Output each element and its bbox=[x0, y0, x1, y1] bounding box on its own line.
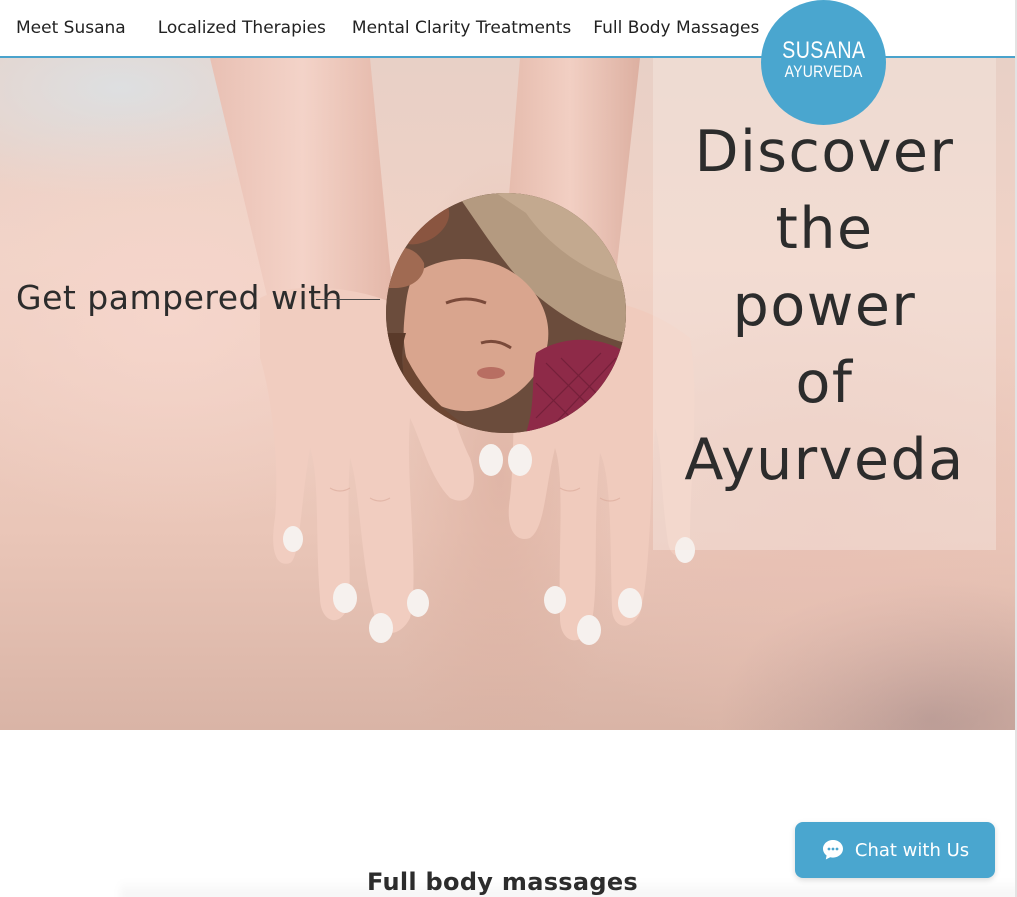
tagline-divider bbox=[316, 299, 380, 300]
treatment-circle-photo bbox=[386, 193, 626, 433]
hero-section: Discover the power of Ayurveda Get pampe… bbox=[0, 58, 1017, 730]
nav-item-mental-clarity-treatments[interactable]: Mental Clarity Treatments bbox=[352, 18, 571, 38]
page: Meet Susana Localized Therapies Mental C… bbox=[0, 0, 1017, 897]
brand-logo[interactable]: SUSANA AYURVEDA bbox=[761, 0, 886, 125]
chat-bubble-icon bbox=[822, 840, 843, 860]
chat-button[interactable]: Chat with Us bbox=[795, 822, 995, 878]
hero-heading-line: power bbox=[732, 273, 917, 339]
logo-line-2: AYURVEDA bbox=[784, 61, 863, 81]
nav-item-full-body-massages[interactable]: Full Body Massages bbox=[593, 18, 759, 38]
hero-heading-line: the bbox=[775, 196, 874, 262]
nav-item-localized-therapies[interactable]: Localized Therapies bbox=[158, 18, 326, 38]
hero-heading-line: Ayurveda bbox=[684, 427, 965, 493]
chat-button-label: Chat with Us bbox=[854, 839, 970, 861]
hero-heading: Discover the power of Ayurveda bbox=[653, 114, 996, 499]
hero-heading-line: Discover bbox=[694, 119, 955, 185]
face-treatment-image bbox=[386, 193, 626, 433]
hero-heading-line: of bbox=[795, 350, 854, 416]
main-nav: Meet Susana Localized Therapies Mental C… bbox=[0, 0, 759, 56]
logo-line-1: SUSANA bbox=[781, 36, 866, 64]
nav-item-meet-susana[interactable]: Meet Susana bbox=[16, 18, 126, 38]
hero-tagline: Get pampered with bbox=[16, 278, 343, 317]
